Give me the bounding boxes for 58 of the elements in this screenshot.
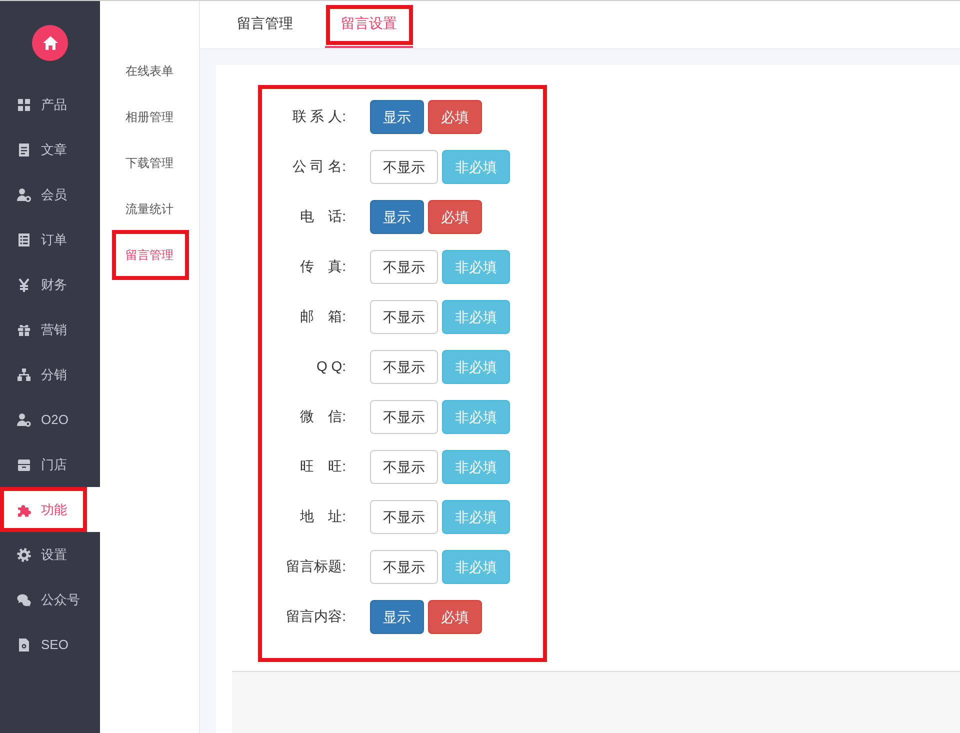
sidebar-item[interactable]: SEO bbox=[0, 622, 100, 667]
sub-nav-item[interactable]: 相册管理 bbox=[100, 94, 199, 140]
store-icon bbox=[17, 458, 31, 472]
list-icon bbox=[17, 232, 31, 246]
home-button[interactable] bbox=[32, 25, 68, 61]
user-badge-icon bbox=[17, 188, 31, 202]
document-icon bbox=[17, 142, 31, 156]
sidebar-item[interactable]: 会员 bbox=[0, 172, 100, 217]
visibility-button[interactable]: 显示 bbox=[370, 600, 424, 634]
visibility-button[interactable]: 不显示 bbox=[370, 550, 438, 584]
file-search-icon bbox=[17, 638, 31, 652]
visibility-button[interactable]: 显示 bbox=[370, 100, 424, 134]
yen-icon bbox=[17, 278, 31, 292]
field-label: Q Q: bbox=[316, 358, 346, 374]
field-label: 留言标题: bbox=[286, 558, 346, 574]
required-button[interactable]: 必填 bbox=[428, 600, 482, 634]
field-label: 联 系 人: bbox=[292, 108, 346, 124]
sidebar-item[interactable]: 公众号 bbox=[0, 577, 100, 622]
sidebar-item[interactable]: 文章 bbox=[0, 127, 100, 172]
required-button[interactable]: 必填 bbox=[428, 200, 482, 234]
field-label: 公 司 名: bbox=[292, 158, 346, 174]
visibility-button[interactable]: 不显示 bbox=[370, 250, 438, 284]
chat-bubbles-icon bbox=[17, 592, 31, 606]
visibility-button[interactable]: 不显示 bbox=[370, 350, 438, 384]
sidebar-item[interactable]: 产品 bbox=[0, 82, 100, 127]
house-icon bbox=[42, 36, 58, 50]
sidebar-item[interactable]: 营销 bbox=[0, 307, 100, 352]
sub-nav-item[interactable]: 在线表单 bbox=[100, 48, 199, 94]
visibility-button[interactable]: 不显示 bbox=[370, 450, 438, 484]
field-label: 微 信: bbox=[300, 408, 346, 424]
gift-icon bbox=[17, 322, 31, 336]
user-gear-icon bbox=[17, 412, 31, 426]
sidebar-item[interactable]: 分销 bbox=[0, 352, 100, 397]
field-label: 传 真: bbox=[300, 258, 346, 274]
required-button[interactable]: 必填 bbox=[428, 100, 482, 134]
sidebar-item[interactable]: O2O bbox=[0, 397, 100, 442]
field-label: 旺 旺: bbox=[300, 458, 346, 474]
sub-nav-item[interactable]: 流量统计 bbox=[100, 186, 199, 232]
sidebar-item[interactable]: 订单 bbox=[0, 217, 100, 262]
puzzle-icon bbox=[17, 502, 31, 516]
field-label: 电 话: bbox=[300, 208, 346, 224]
field-label: 地 址: bbox=[300, 508, 346, 524]
visibility-button[interactable]: 不显示 bbox=[370, 500, 438, 534]
sub-nav-item[interactable]: 下载管理 bbox=[100, 140, 199, 186]
visibility-button[interactable]: 不显示 bbox=[370, 150, 438, 184]
visibility-button[interactable]: 不显示 bbox=[370, 300, 438, 334]
visibility-button[interactable]: 显示 bbox=[370, 200, 424, 234]
tab[interactable]: 留言管理 bbox=[221, 1, 309, 48]
field-label: 留言内容: bbox=[286, 608, 346, 624]
gear-icon bbox=[17, 548, 31, 562]
grid-icon bbox=[17, 98, 31, 112]
sub-nav-item[interactable]: 留言管理 bbox=[100, 232, 199, 278]
field-label: 邮 箱: bbox=[300, 308, 346, 324]
sidebar-item[interactable]: 门店 bbox=[0, 442, 100, 487]
sitemap-icon bbox=[17, 368, 31, 382]
visibility-button[interactable]: 不显示 bbox=[370, 400, 438, 434]
sidebar-item[interactable]: 财务 bbox=[0, 262, 100, 307]
sidebar-item[interactable]: 设置 bbox=[0, 532, 100, 577]
